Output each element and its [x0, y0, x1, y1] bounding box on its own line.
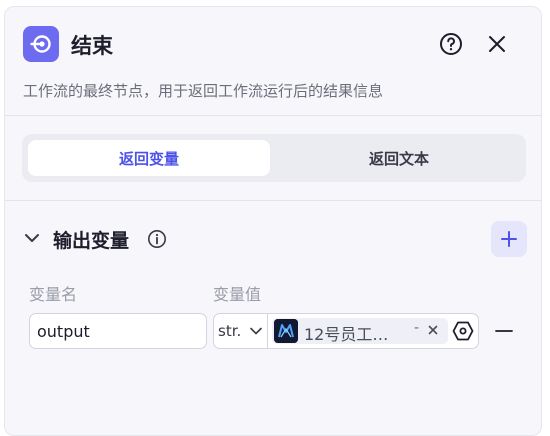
- reference-label: 12号员工…: [304, 325, 389, 344]
- variable-type-select[interactable]: str.: [214, 314, 268, 348]
- variable-setting-icon[interactable]: [452, 320, 474, 342]
- header-divider: [5, 115, 541, 116]
- section-title: 输出变量: [53, 230, 130, 252]
- column-label-value: 变量值: [213, 285, 262, 304]
- remove-variable-button[interactable]: [493, 321, 515, 341]
- node-title: 结束: [71, 34, 113, 58]
- panel-header: 结束: [23, 26, 523, 62]
- end-node-panel: 结束 工作流的最终节点，用于返回工作流运行后的结果信息 返回变量 返回文本 输出…: [4, 6, 542, 436]
- end-node-icon: [23, 26, 59, 62]
- help-circle-icon: [440, 33, 462, 55]
- node-description: 工作流的最终节点，用于返回工作流运行后的结果信息: [23, 82, 384, 100]
- tab-return-text[interactable]: 返回文本: [278, 140, 520, 176]
- agent-avatar: [274, 319, 298, 343]
- clear-icon[interactable]: [426, 323, 440, 337]
- help-button[interactable]: [437, 30, 465, 58]
- info-icon[interactable]: [147, 229, 167, 249]
- variable-value-field: str. 12号员工… -: [213, 313, 479, 349]
- chevron-down-icon[interactable]: [23, 229, 41, 247]
- section-divider: [5, 200, 541, 201]
- variable-reference-chip[interactable]: 12号员工… -: [272, 318, 448, 344]
- return-mode-tabs: 返回变量 返回文本: [22, 134, 526, 182]
- variable-type-label: str.: [218, 322, 242, 340]
- reference-suffix: -: [414, 320, 420, 336]
- plus-icon: [501, 231, 517, 247]
- close-icon: [489, 36, 505, 52]
- tab-return-variables[interactable]: 返回变量: [28, 140, 270, 176]
- chevron-down-icon: [250, 327, 262, 335]
- column-label-name: 变量名: [29, 285, 78, 304]
- variable-name-input[interactable]: [29, 313, 207, 349]
- add-variable-button[interactable]: [491, 221, 527, 257]
- output-variables-header: 输出变量: [23, 221, 527, 257]
- close-button[interactable]: [483, 30, 511, 58]
- minus-icon: [495, 330, 513, 332]
